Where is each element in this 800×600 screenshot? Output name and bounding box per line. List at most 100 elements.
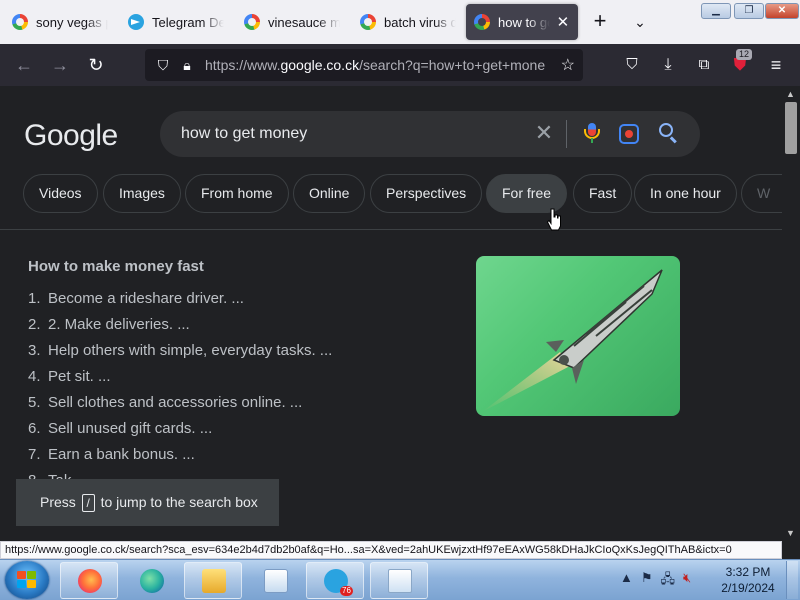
lock-icon[interactable]: 🔒︎ (177, 55, 197, 75)
telegram-unread-badge: 76 (340, 586, 353, 596)
url-text[interactable]: https://www.google.co.ck/search?q=how+to… (205, 57, 545, 73)
url-path: /search?q=how+to+get+money&sca_esv (359, 57, 545, 73)
downloads-icon[interactable]: ⤓ (656, 53, 680, 77)
clear-icon[interactable]: ✕ (532, 121, 556, 145)
google-icon (360, 14, 376, 30)
search-results-page: Google ✕ Videos Images From home Online … (0, 86, 782, 541)
rocket-image[interactable] (476, 256, 680, 416)
step-number: 6. (28, 420, 41, 437)
tab-strip: sony vegas pro Telegram Desktop vinesauc… (0, 0, 800, 44)
step-text: Sell unused gift cards. ... (48, 420, 213, 437)
tab-label: how to get money (498, 14, 550, 30)
chip-online[interactable]: Online (293, 174, 366, 213)
list-item: 7. Earn a bank bonus. ... (28, 444, 332, 470)
tab-sony-vegas[interactable]: sony vegas pro (4, 4, 116, 40)
microphone-icon[interactable] (581, 123, 603, 145)
google-logo[interactable]: Google (24, 119, 118, 153)
chip-fast[interactable]: Fast (573, 174, 633, 213)
taskbar-edge[interactable] (122, 562, 180, 599)
restore-button[interactable]: ❐ (734, 3, 764, 19)
chip-perspectives[interactable]: Perspectives (370, 174, 483, 213)
reload-button[interactable]: ↻ (84, 53, 108, 77)
taskbar-notepad[interactable] (370, 562, 428, 599)
tab-telegram[interactable]: Telegram Desktop (120, 4, 232, 40)
scroll-down-icon[interactable]: ▼ (786, 528, 795, 538)
status-corner (782, 541, 800, 559)
new-tab-button[interactable]: + (588, 10, 612, 34)
step-number: 3. (28, 342, 41, 359)
step-text: 2. Make deliveries. ... (48, 316, 190, 333)
step-text: Earn a bank bonus. ... (48, 446, 195, 463)
telegram-icon (128, 14, 144, 30)
google-icon (474, 14, 490, 30)
toast-text-after: to jump to the search box (100, 494, 258, 510)
close-tab-icon[interactable]: ✕ (556, 13, 570, 31)
toast-text-before: Press (40, 494, 76, 510)
pocket-icon[interactable]: ⛉ (620, 53, 644, 77)
tab-label: batch virus download (384, 14, 456, 30)
chip-partial[interactable]: W (741, 174, 782, 213)
edge-icon (140, 569, 164, 593)
list-item: 3. Help others with simple, everyday task… (28, 340, 332, 366)
chip-images[interactable]: Images (103, 174, 181, 213)
folder-icon (202, 569, 226, 593)
nav-bar: ← → ↻ ⛉ 🔒︎ https://www.google.co.ck/sear… (0, 44, 800, 86)
chip-in-one-hour[interactable]: In one hour (634, 174, 737, 213)
list-item: 5. Sell clothes and accessories online. .… (28, 392, 332, 418)
status-bar-link-preview: https://www.google.co.ck/search?sca_esv=… (0, 541, 782, 559)
step-text: Sell clothes and accessories online. ... (48, 394, 303, 411)
step-number: 1. (28, 290, 41, 307)
featured-snippet-list: 1. Become a rideshare driver. ... 2. 2. Ma… (28, 288, 332, 496)
taskbar-explorer[interactable] (184, 562, 242, 599)
url-bar[interactable]: ⛉ 🔒︎ https://www.google.co.ck/search?q=h… (145, 49, 583, 81)
search-box[interactable]: ✕ (160, 111, 700, 157)
keyboard-hint-toast: Press / to jump to the search box (16, 479, 279, 526)
show-hidden-icons[interactable]: ▲ (620, 570, 633, 590)
network-icon[interactable]: 🖧︎ (661, 570, 676, 590)
chip-videos[interactable]: Videos (23, 174, 98, 213)
featured-snippet-heading: How to make money fast (28, 258, 204, 275)
clock[interactable]: 3:32 PM 2/19/2024 (716, 564, 780, 596)
taskbar: 76 ▲ ⚑ 🖧︎ 🔇︎ 3:32 PM 2/19/2024 (0, 559, 800, 600)
list-item: 1. Become a rideshare driver. ... (28, 288, 332, 314)
step-number: 2. (28, 316, 41, 333)
show-desktop-button[interactable] (786, 561, 798, 599)
chip-from-home[interactable]: From home (185, 174, 289, 213)
extensions-icon[interactable]: ⧉ (692, 53, 716, 77)
volume-muted-icon[interactable]: 🔇︎ (683, 570, 691, 590)
search-icon[interactable] (657, 121, 681, 145)
minimize-button[interactable]: ▁ (701, 3, 731, 19)
tab-vinesauce[interactable]: vinesauce meme (236, 4, 348, 40)
url-prefix: https://www. (205, 57, 281, 73)
hand-cursor-icon (546, 208, 561, 231)
slash-key: / (81, 494, 95, 512)
page-scrollbar[interactable]: ▲ ▼ (782, 86, 800, 541)
start-button[interactable] (5, 561, 49, 599)
lens-camera-icon[interactable] (619, 124, 639, 144)
bookmark-star-icon[interactable]: ☆ (561, 55, 575, 75)
taskbar-telegram[interactable]: 76 (306, 562, 364, 599)
forward-button[interactable]: → (48, 53, 72, 77)
taskbar-firefox[interactable] (60, 562, 118, 599)
taskbar-media[interactable] (246, 562, 304, 599)
list-all-tabs-button[interactable]: ⌄ (628, 10, 652, 34)
menu-icon[interactable]: ≡ (764, 53, 788, 77)
tab-batch-virus[interactable]: batch virus download (352, 4, 464, 40)
scrollbar-thumb[interactable] (785, 102, 797, 154)
tracking-protection-icon[interactable]: ⛉ (153, 55, 173, 75)
filter-chips: Videos Images From home Online Perspecti… (0, 174, 782, 214)
scroll-up-icon[interactable]: ▲ (786, 89, 795, 99)
divider (0, 229, 782, 230)
google-icon (12, 14, 28, 30)
step-number: 4. (28, 368, 41, 385)
search-input[interactable] (181, 123, 521, 145)
back-button[interactable]: ← (12, 53, 36, 77)
firefox-icon (78, 569, 102, 593)
search-divider (566, 120, 567, 148)
tab-how-to-get-money[interactable]: how to get money ✕ (466, 4, 578, 40)
url-host: google.co.ck (280, 57, 360, 73)
list-item: 6. Sell unused gift cards. ... (28, 418, 332, 444)
close-window-button[interactable]: ✕ (765, 3, 799, 19)
action-center-flag-icon[interactable]: ⚑ (641, 570, 653, 590)
step-text: Help others with simple, everyday tasks.… (48, 342, 333, 359)
